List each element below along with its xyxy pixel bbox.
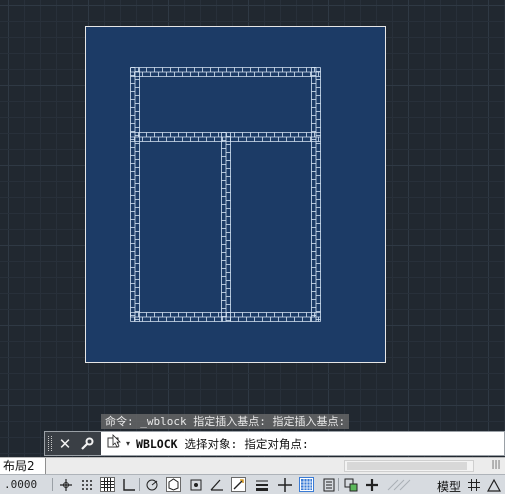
object-snap-tracking-icon[interactable] <box>188 477 203 492</box>
drag-grip-icon[interactable] <box>48 436 52 451</box>
status-bar: .0000 模型 <box>0 474 505 494</box>
ortho-icon[interactable] <box>121 477 136 492</box>
transparency-icon[interactable] <box>299 477 314 492</box>
divider <box>338 478 339 491</box>
angle-icon[interactable] <box>209 477 224 492</box>
grid-dots-icon[interactable] <box>79 477 94 492</box>
model-space-toggle[interactable]: 模型 <box>437 478 461 494</box>
command-history-line: 命令: _wblock 指定插入基点: 指定插入基点: <box>101 414 350 429</box>
tab-layout2[interactable]: 布局2 <box>0 458 46 475</box>
command-line-bar[interactable]: ✕ ▾ WBLOCK 选择对象: 指定对角点: <box>44 431 505 456</box>
drawing-viewport[interactable] <box>0 0 505 457</box>
coordinate-readout: .0000 <box>4 478 38 491</box>
selection-cycling-icon[interactable] <box>321 477 336 492</box>
annotation-monitor-icon[interactable] <box>343 477 358 492</box>
snap-icon[interactable] <box>58 477 73 492</box>
units-readout-icon[interactable] <box>385 477 415 492</box>
command-name: WBLOCK <box>136 436 178 451</box>
wrench-icon[interactable] <box>78 435 96 453</box>
horizontal-scrollbar[interactable] <box>344 460 474 472</box>
chevron-down-icon: ▾ <box>126 439 131 448</box>
add-icon[interactable] <box>364 477 379 492</box>
polar-tracking-icon[interactable] <box>144 477 159 492</box>
grip-handle-icon[interactable]: ||| <box>489 460 503 472</box>
dynamic-input-icon[interactable] <box>231 477 246 492</box>
layout-tab-bar: 布局2 ||| <box>0 457 505 475</box>
command-prompt-text: 选择对象: 指定对角点: <box>184 436 309 451</box>
isometric-icon[interactable] <box>166 477 181 492</box>
crosshair-icon[interactable] <box>277 477 292 492</box>
command-line-toolbar: ✕ <box>45 432 101 455</box>
viewport-scale-icon[interactable] <box>486 477 501 492</box>
divider <box>139 478 140 491</box>
close-icon[interactable]: ✕ <box>56 435 74 453</box>
command-prompt-icon <box>107 434 125 453</box>
divider <box>52 478 53 491</box>
scrollbar-thumb[interactable] <box>347 462 467 470</box>
drawing-canvas[interactable] <box>0 0 505 457</box>
lineweight-icon[interactable] <box>254 477 269 492</box>
command-recent-dropdown[interactable]: ▾ <box>107 434 130 453</box>
grid-toggle-icon[interactable] <box>466 477 481 492</box>
grid-display-icon[interactable] <box>100 477 115 492</box>
command-input[interactable]: WBLOCK 选择对象: 指定对角点: <box>136 436 309 452</box>
